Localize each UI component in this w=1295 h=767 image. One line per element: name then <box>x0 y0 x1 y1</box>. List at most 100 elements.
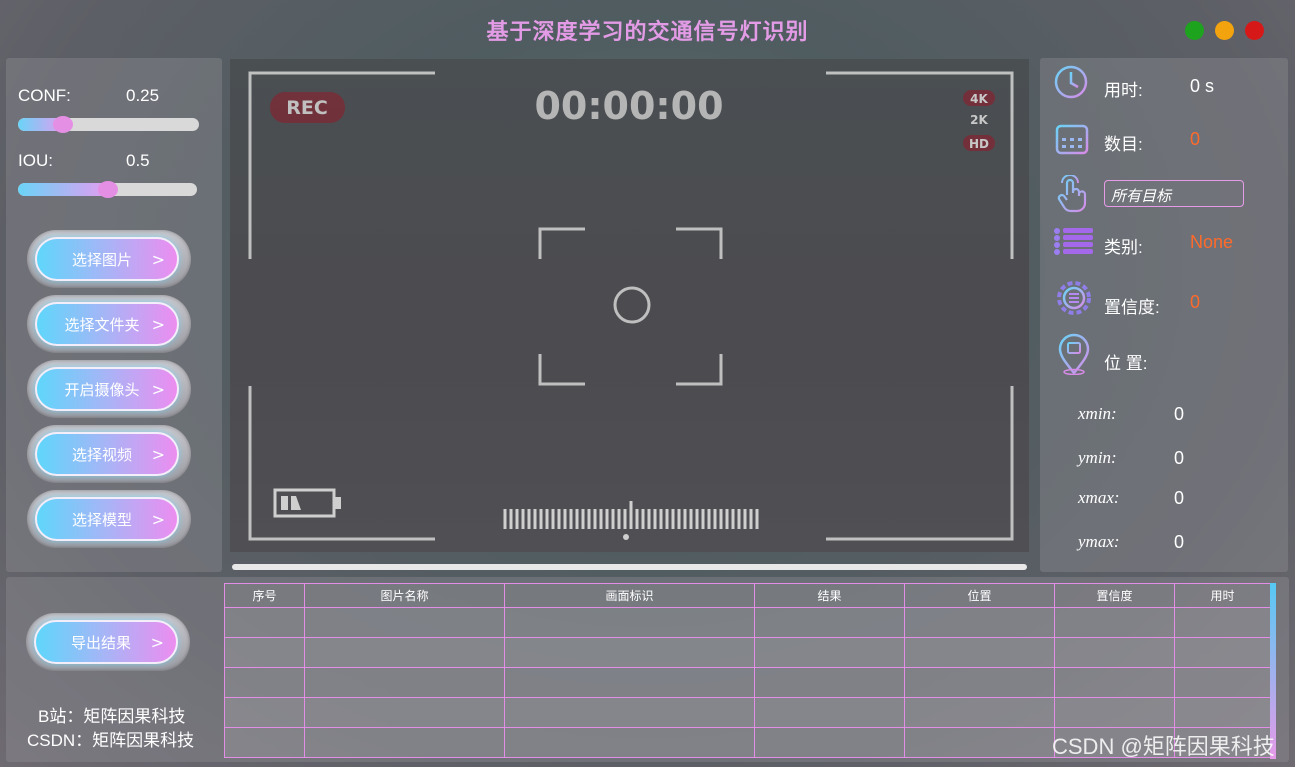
table-cell <box>1174 667 1271 698</box>
column-header-image-name[interactable]: 图片名称 <box>304 583 505 608</box>
column-header-confidence[interactable]: 置信度 <box>1054 583 1175 608</box>
select-folder-button[interactable]: 选择文件夹 > <box>27 295 191 353</box>
table-row[interactable] <box>224 667 1271 698</box>
chevron-right-icon: > <box>151 380 165 399</box>
table-cell <box>904 727 1055 758</box>
table-cell <box>1174 697 1271 728</box>
maximize-button[interactable] <box>1185 21 1204 40</box>
table-cell <box>504 697 755 728</box>
export-results-button[interactable]: 导出结果 > <box>26 613 190 671</box>
xmin-value: 0 <box>1174 404 1185 424</box>
table-cell <box>904 697 1055 728</box>
table-cell <box>754 697 905 728</box>
ruler-center-dot <box>623 534 629 540</box>
conf-label: CONF: <box>18 86 71 105</box>
select-video-label: 选择视频 <box>71 446 132 464</box>
time-label: 用时: <box>1104 81 1143 100</box>
time-value: 0 s <box>1190 76 1215 96</box>
class-label: 类别: <box>1104 238 1143 257</box>
column-header-frame-id[interactable]: 画面标识 <box>504 583 755 608</box>
table-cell <box>904 607 1055 638</box>
iou-label: IOU: <box>18 151 53 170</box>
video-progress-bar[interactable] <box>232 564 1027 570</box>
chevron-right-icon: > <box>151 510 165 529</box>
open-camera-button[interactable]: 开启摄像头 > <box>27 360 191 418</box>
bilibili-credit: B站：矩阵因果科技 <box>38 707 186 726</box>
select-folder-label: 选择文件夹 <box>64 316 140 334</box>
export-results-label: 导出结果 <box>70 634 131 652</box>
conf-slider-handle[interactable] <box>53 116 73 133</box>
table-cell <box>504 667 755 698</box>
camera-frame-overlay: REC 00:00:00 4K 2K HD <box>248 71 1014 541</box>
conf-value: 0.25 <box>126 86 160 105</box>
table-row[interactable] <box>224 607 1271 638</box>
column-header-result[interactable]: 结果 <box>754 583 905 608</box>
select-model-button[interactable]: 选择模型 > <box>27 490 191 548</box>
table-cell <box>504 637 755 668</box>
table-header-row: 序号 图片名称 画面标识 结果 位置 置信度 用时 <box>224 583 1271 608</box>
select-video-button[interactable]: 选择视频 > <box>27 425 191 483</box>
table-cell <box>1054 697 1175 728</box>
timecode: 00:00:00 <box>534 84 723 128</box>
table-row[interactable] <box>224 697 1271 728</box>
list-icon <box>1054 228 1093 255</box>
xmax-label: xmax: <box>1078 488 1120 507</box>
table-cell <box>904 637 1055 668</box>
confidence-label: 置信度: <box>1104 298 1160 317</box>
res-2k-text: 2K <box>970 113 988 127</box>
focus-corner-bottom-left <box>538 354 585 386</box>
select-model-label: 选择模型 <box>71 511 132 529</box>
table-cell <box>1054 637 1175 668</box>
frame-corner-bottom-right <box>826 386 1014 541</box>
column-header-index[interactable]: 序号 <box>224 583 305 608</box>
table-cell <box>504 727 755 758</box>
focus-circle <box>613 286 651 324</box>
confidence-value: 0 <box>1190 292 1201 312</box>
table-cell <box>304 607 505 638</box>
res-hd-text: HD <box>969 137 989 151</box>
table-cell <box>304 727 505 758</box>
app-title: 基于深度学习的交通信号灯识别 <box>486 19 809 45</box>
minimize-button[interactable] <box>1215 21 1234 40</box>
audio-level-ruler <box>503 501 759 529</box>
open-camera-label: 开启摄像头 <box>64 381 140 399</box>
table-cell <box>304 637 505 668</box>
xmin-label: xmin: <box>1078 404 1117 423</box>
table-cell <box>224 637 305 668</box>
table-cell <box>904 667 1055 698</box>
ymax-value: 0 <box>1174 532 1185 552</box>
table-cell <box>224 667 305 698</box>
target-select-dropdown[interactable]: 所有目标 <box>1104 180 1244 207</box>
csdn-credit: CSDN：矩阵因果科技 <box>27 731 195 750</box>
conf-slider[interactable] <box>18 118 199 131</box>
ymin-value: 0 <box>1174 448 1185 468</box>
res-4k-text: 4K <box>970 92 988 106</box>
ymax-label: ymax: <box>1078 532 1120 551</box>
column-header-position[interactable]: 位置 <box>904 583 1055 608</box>
table-cell <box>1054 607 1175 638</box>
table-cell <box>754 637 905 668</box>
table-cell <box>1054 667 1175 698</box>
video-viewer: REC 00:00:00 4K 2K HD <box>230 59 1029 552</box>
iou-value: 0.5 <box>126 151 150 170</box>
table-cell <box>754 727 905 758</box>
csdn-watermark: CSDN @矩阵因果科技 <box>1052 734 1275 759</box>
chevron-right-icon: > <box>151 250 165 269</box>
calendar-icon <box>1055 122 1089 155</box>
class-value: None <box>1190 232 1234 252</box>
select-image-button[interactable]: 选择图片 > <box>27 230 191 288</box>
column-header-time[interactable]: 用时 <box>1174 583 1271 608</box>
hand-pointer-icon <box>1057 175 1087 213</box>
count-value: 0 <box>1190 129 1201 149</box>
table-cell <box>304 697 505 728</box>
table-cell <box>754 667 905 698</box>
table-cell <box>504 607 755 638</box>
table-cell <box>1174 607 1271 638</box>
iou-slider-handle[interactable] <box>98 181 118 198</box>
focus-corner-top-left <box>538 227 585 259</box>
focus-corner-bottom-right <box>676 354 723 386</box>
table-row[interactable] <box>224 637 1271 668</box>
close-button[interactable] <box>1245 21 1264 40</box>
chevron-right-icon: > <box>151 445 165 464</box>
clock-icon <box>1054 65 1088 99</box>
